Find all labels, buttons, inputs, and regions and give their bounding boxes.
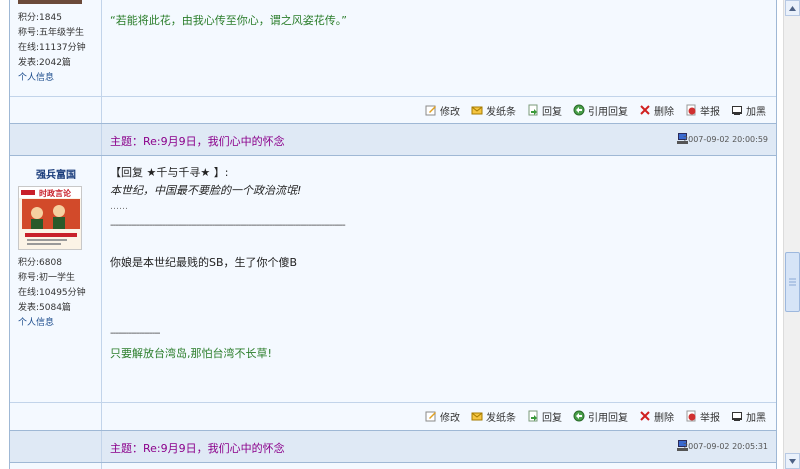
bold-label: 加黑 <box>746 412 766 424</box>
send-message-button[interactable]: 发纸条 <box>471 409 516 424</box>
forum-thread: 积分:1845 称号:五年级学生 在线:11137分钟 发表:2042篇 个人信… <box>9 0 777 469</box>
author-profile-link[interactable]: 个人信息 <box>18 71 86 86</box>
report-icon <box>686 104 696 116</box>
delete-icon <box>640 105 650 115</box>
chevron-down-icon <box>789 458 796 464</box>
edit-icon <box>425 105 436 116</box>
quote-body: 本世纪，中国最不要脸的一个政治流氓! <box>110 184 302 197</box>
author-points: 积分:6808 <box>18 258 62 268</box>
author-online: 在线:10495分钟 <box>18 288 86 298</box>
grip-icon <box>789 278 796 286</box>
post1-author-panel: 积分:1845 称号:五年级学生 在线:11137分钟 发表:2042篇 个人信… <box>10 0 102 96</box>
post1-content: ------------------- “若能将此花，由我心传至你心，谓之风姿花… <box>102 0 776 96</box>
post1-toolbar: 修改 发纸条 回复 引用回复 删除 举报 加黑 <box>414 103 766 118</box>
quote-reply-button[interactable]: 引用回复 <box>573 409 628 424</box>
post1-avatar-bottom <box>18 0 82 4</box>
edit-button[interactable]: 修改 <box>425 409 460 424</box>
post2-toolbar-left <box>10 403 102 430</box>
post2-username[interactable]: 强兵富国 <box>10 166 102 181</box>
post1-toolbar-area: 修改 发纸条 回复 引用回复 删除 举报 加黑 <box>102 97 776 123</box>
reply-label: 回复 <box>542 412 562 424</box>
message-icon <box>471 106 483 115</box>
report-button[interactable]: 举报 <box>685 409 720 424</box>
post2-author-info: 积分:6808 称号:初一学生 在线:10495分钟 发表:5084篇 个人信息 <box>18 256 86 331</box>
author-profile-link[interactable]: 个人信息 <box>18 316 86 331</box>
delete-button[interactable]: 删除 <box>639 103 674 118</box>
signature-separator: ------------------- <box>110 328 160 339</box>
quote-icon <box>573 104 585 116</box>
scroll-down-button[interactable] <box>785 453 800 469</box>
post1-toolbar-left <box>10 97 102 123</box>
post3-header: 主题：Re:9月9日，我们心中的怀念 2007-09-02 20:05:31 <box>10 430 776 463</box>
delete-label: 删除 <box>654 106 674 118</box>
quote-label: 引用回复 <box>588 106 628 118</box>
report-label: 举报 <box>700 412 720 424</box>
post3-time: 2007-09-02 20:05:31 <box>683 442 768 451</box>
subject-label: 主题 <box>110 442 132 455</box>
post-body: 你娘是本世纪最贱的SB，生了你个傻B <box>110 256 298 269</box>
post3-author-panel <box>10 463 102 469</box>
bold-button[interactable]: 加黑 <box>731 103 766 118</box>
post2-toolbar-area: 修改 发纸条 回复 引用回复 删除 举报 加黑 <box>102 403 776 430</box>
post1-signature: “若能将此花，由我心传至你心，谓之风姿花传。” <box>110 14 347 27</box>
delete-icon <box>640 411 650 421</box>
author-posts: 发表:5084篇 <box>18 303 71 313</box>
subject-label: 主题 <box>110 135 132 148</box>
post2-time: 2007-09-02 20:00:59 <box>683 135 768 144</box>
subject-text: ：Re:9月9日，我们心中的怀念 <box>132 442 285 455</box>
edit-button[interactable]: 修改 <box>425 103 460 118</box>
author-posts: 发表:2042篇 <box>18 58 71 68</box>
post2-toolbar: 修改 发纸条 回复 引用回复 删除 举报 加黑 <box>414 409 766 424</box>
bold-icon <box>732 106 742 115</box>
post2-header: 主题：Re:9月9日，我们心中的怀念 2007-09-02 20:00:59 <box>10 123 776 156</box>
quote-icon <box>573 410 585 422</box>
quote-ellipsis: …… <box>110 202 128 212</box>
edit-label: 修改 <box>440 106 460 118</box>
report-icon <box>686 410 696 422</box>
reply-icon <box>528 410 538 422</box>
edit-label: 修改 <box>440 412 460 424</box>
post2-subject: 主题：Re:9月9日，我们心中的怀念 <box>110 133 285 149</box>
post2-avatar: 时政言论 <box>18 186 82 250</box>
message-label: 发纸条 <box>486 106 516 118</box>
quote-label: 引用回复 <box>588 412 628 424</box>
quote-separator: ----------------------------------------… <box>110 220 346 231</box>
delete-button[interactable]: 删除 <box>639 409 674 424</box>
post2-signature: 只要解放台湾岛,那怕台湾不长草! <box>110 347 272 360</box>
post2-header-left <box>10 124 102 155</box>
quote-reply-button[interactable]: 引用回复 <box>573 103 628 118</box>
avatar-image: 时政言论 <box>19 187 81 249</box>
avatar-text: 时政言论 <box>39 188 72 198</box>
bold-button[interactable]: 加黑 <box>731 409 766 424</box>
vertical-scrollbar[interactable] <box>783 0 800 469</box>
scroll-thumb[interactable] <box>785 252 800 312</box>
message-label: 发纸条 <box>486 412 516 424</box>
delete-label: 删除 <box>654 412 674 424</box>
post1-sig-separator: ------------------- <box>110 0 160 5</box>
scroll-up-button[interactable] <box>785 0 800 16</box>
edit-icon <box>425 411 436 422</box>
reply-icon <box>528 104 538 116</box>
quote-header: 【回复 ★千与千寻★ 】: <box>110 166 229 179</box>
chevron-up-icon <box>789 5 796 11</box>
post3-header-left <box>10 431 102 462</box>
bold-icon <box>732 412 742 421</box>
author-points: 积分:1845 <box>18 13 62 23</box>
subject-text: ：Re:9月9日，我们心中的怀念 <box>132 135 285 148</box>
author-title: 称号:五年级学生 <box>18 28 85 38</box>
post1-author-info: 积分:1845 称号:五年级学生 在线:11137分钟 发表:2042篇 个人信… <box>18 11 86 86</box>
message-icon <box>471 412 483 421</box>
bold-label: 加黑 <box>746 106 766 118</box>
author-online: 在线:11137分钟 <box>18 43 86 53</box>
report-label: 举报 <box>700 106 720 118</box>
post3-subject: 主题：Re:9月9日，我们心中的怀念 <box>110 440 285 456</box>
report-button[interactable]: 举报 <box>685 103 720 118</box>
post2-author-panel: 强兵富国 时政言论 积分:6808 称号:初一学生 在线:10495分钟 发表: <box>10 156 102 402</box>
reply-label: 回复 <box>542 106 562 118</box>
author-title: 称号:初一学生 <box>18 273 76 283</box>
post2-content: 【回复 ★千与千寻★ 】: 本世纪，中国最不要脸的一个政治流氓! …… ----… <box>102 156 776 402</box>
reply-button[interactable]: 回复 <box>527 409 562 424</box>
send-message-button[interactable]: 发纸条 <box>471 103 516 118</box>
reply-button[interactable]: 回复 <box>527 103 562 118</box>
